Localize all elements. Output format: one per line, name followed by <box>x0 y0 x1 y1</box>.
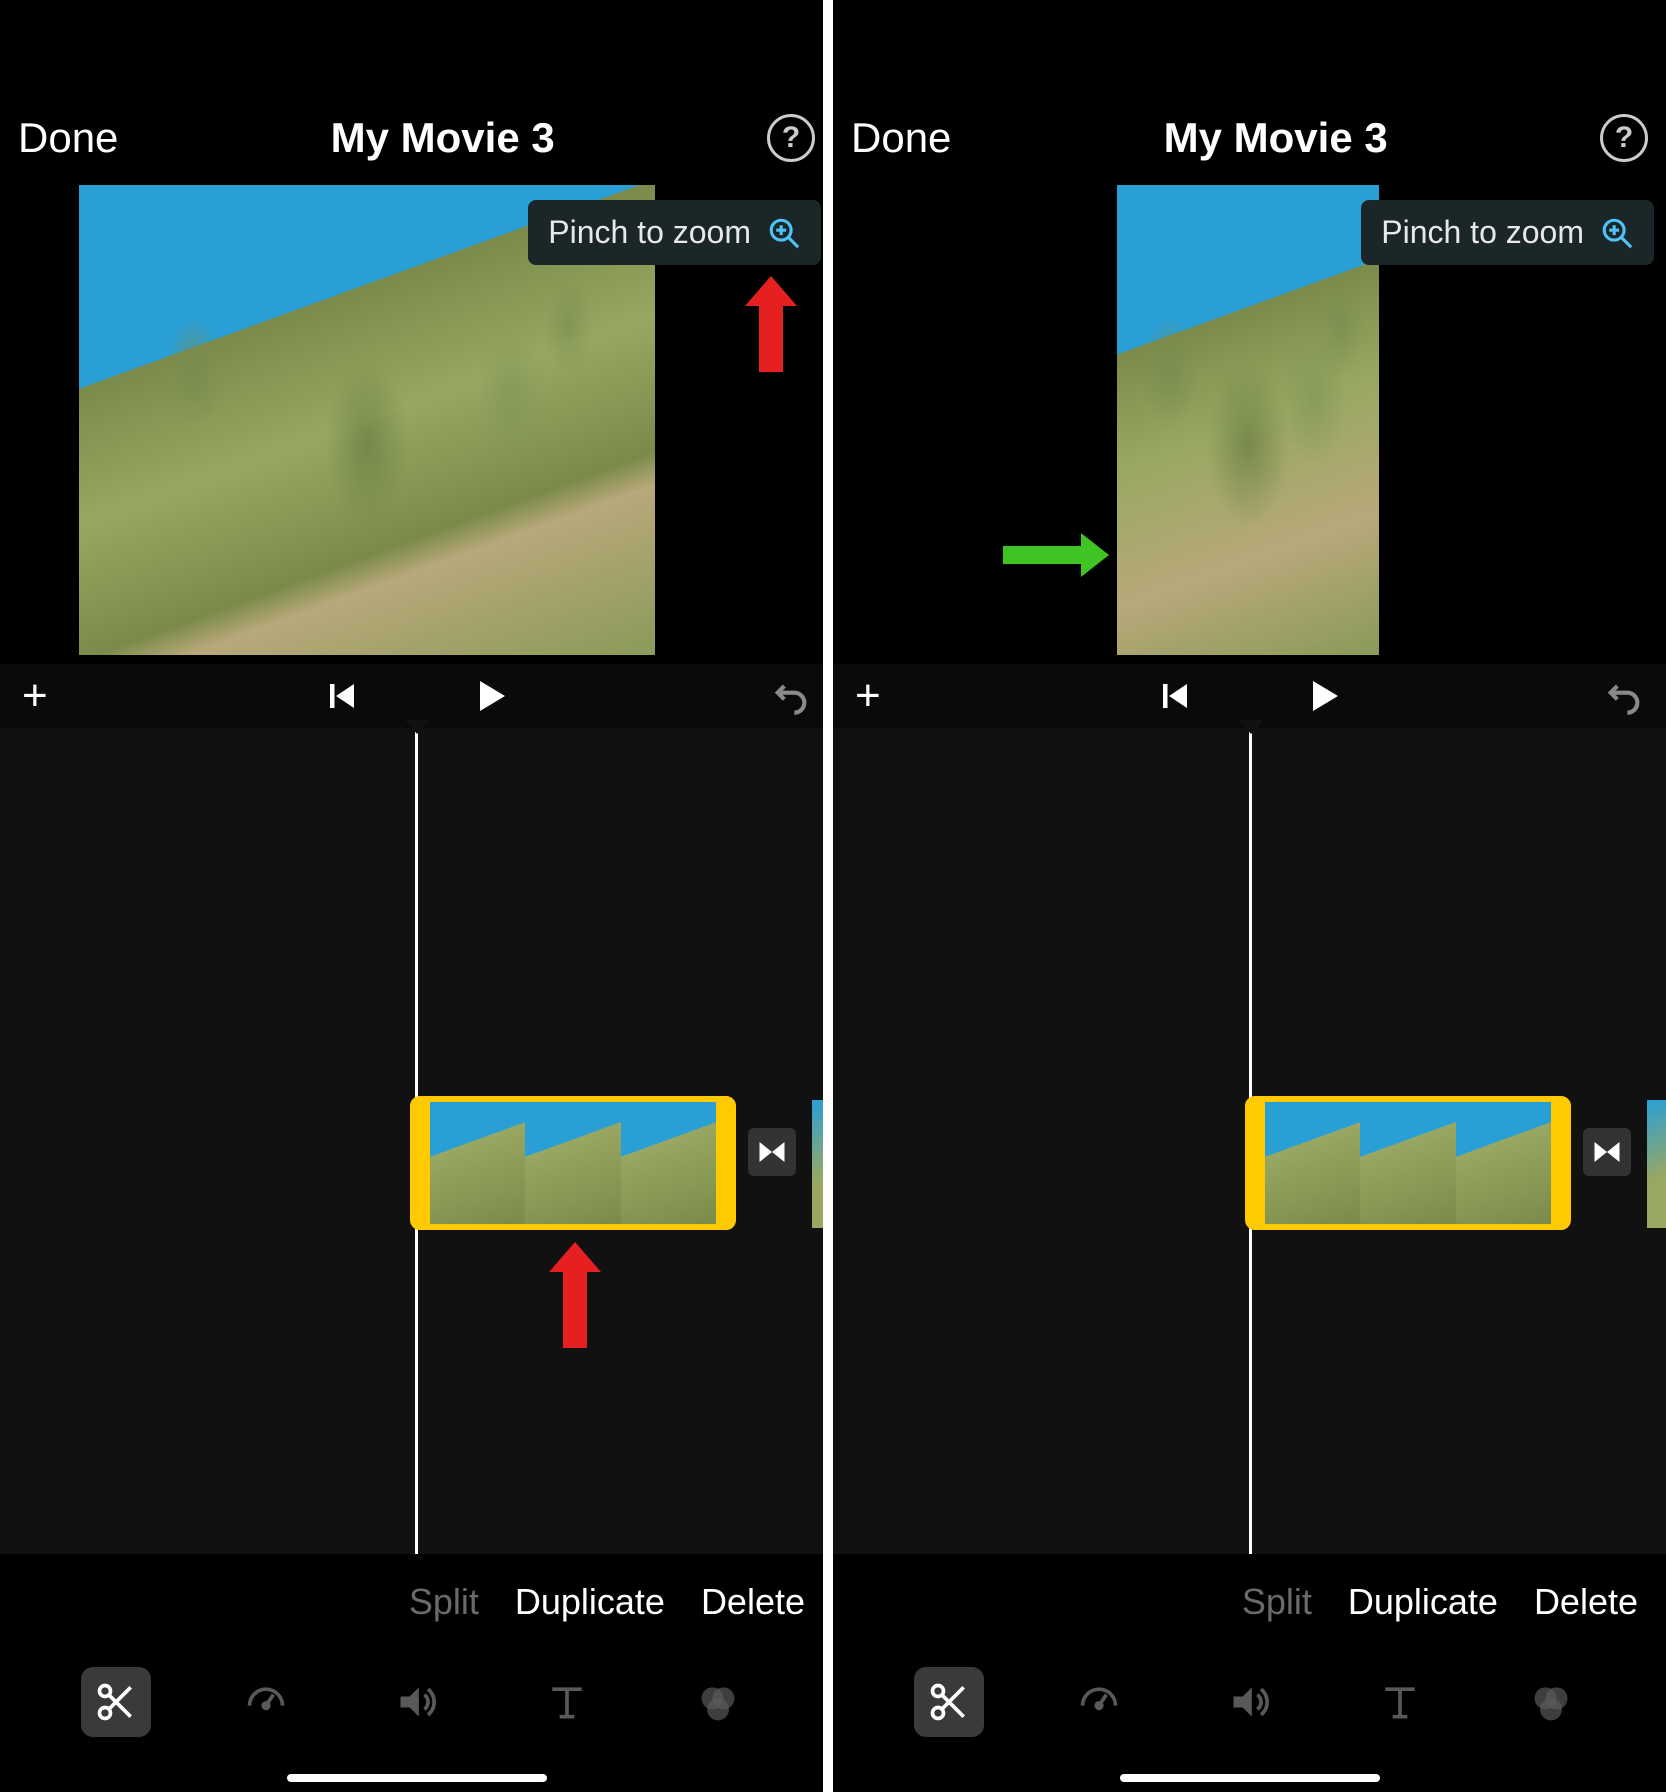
home-indicator[interactable] <box>287 1774 547 1782</box>
help-button[interactable]: ? <box>1600 114 1648 162</box>
transition-button[interactable] <box>748 1128 796 1176</box>
delete-button[interactable]: Delete <box>1534 1581 1638 1623</box>
filter-tool[interactable] <box>1516 1667 1586 1737</box>
clip-thumbnail[interactable] <box>525 1102 620 1224</box>
scissors-tool[interactable] <box>914 1667 984 1737</box>
project-title: My Movie 3 <box>118 114 767 162</box>
duplicate-button[interactable]: Duplicate <box>1348 1581 1498 1623</box>
audio-tool[interactable] <box>1215 1667 1285 1737</box>
playback-bar: + <box>0 664 833 728</box>
pinch-to-zoom-badge[interactable]: Pinch to zoom <box>528 200 821 265</box>
playback-bar: + <box>833 664 1666 728</box>
selected-clip[interactable] <box>1245 1096 1571 1230</box>
speaker-icon <box>1228 1680 1272 1724</box>
audio-tool[interactable] <box>382 1667 452 1737</box>
clip-options-bar: Split Duplicate Delete <box>0 1554 833 1650</box>
pinch-label: Pinch to zoom <box>1381 214 1584 251</box>
split-button[interactable]: Split <box>1242 1581 1312 1623</box>
edit-toolbar <box>0 1650 833 1754</box>
scissors-icon <box>927 1680 971 1724</box>
timeline[interactable] <box>833 728 1666 1554</box>
skip-start-button[interactable] <box>1157 678 1193 714</box>
filter-tool[interactable] <box>683 1667 753 1737</box>
speedometer-icon <box>1077 1680 1121 1724</box>
undo-button[interactable] <box>771 676 811 716</box>
clip-thumbnail[interactable] <box>430 1102 525 1224</box>
annotation-green-arrow <box>1003 546 1083 564</box>
text-tool[interactable] <box>1365 1667 1435 1737</box>
text-icon <box>1378 1680 1422 1724</box>
speed-tool[interactable] <box>1064 1667 1134 1737</box>
clip-thumbnail[interactable] <box>621 1102 716 1224</box>
split-button[interactable]: Split <box>409 1581 479 1623</box>
annotation-red-arrow-bottom <box>563 1268 587 1348</box>
undo-button[interactable] <box>1604 676 1644 716</box>
transition-icon <box>757 1137 787 1167</box>
clip-trim-handle-left[interactable] <box>416 1102 430 1224</box>
help-button[interactable]: ? <box>767 114 815 162</box>
filter-icon <box>1529 1680 1573 1724</box>
scissors-tool[interactable] <box>81 1667 151 1737</box>
pinch-label: Pinch to zoom <box>548 214 751 251</box>
project-title: My Movie 3 <box>951 114 1600 162</box>
magnify-plus-icon <box>767 216 801 250</box>
edit-toolbar <box>833 1650 1666 1754</box>
add-media-button[interactable]: + <box>22 671 48 721</box>
play-button[interactable] <box>1303 676 1343 716</box>
transition-button[interactable] <box>1583 1128 1631 1176</box>
screenshot-right: Done My Movie 3 ? Pinch to zoom + <box>833 0 1666 1792</box>
speaker-icon <box>395 1680 439 1724</box>
delete-button[interactable]: Delete <box>701 1581 805 1623</box>
timeline[interactable] <box>0 728 833 1554</box>
clip-thumbnail[interactable] <box>1456 1102 1551 1224</box>
clip-trim-handle-right[interactable] <box>716 1102 730 1224</box>
text-icon <box>545 1680 589 1724</box>
home-indicator[interactable] <box>1120 1774 1380 1782</box>
clip-options-bar: Split Duplicate Delete <box>833 1554 1666 1650</box>
play-button[interactable] <box>470 676 510 716</box>
skip-start-button[interactable] <box>324 678 360 714</box>
screenshot-left: Done My Movie 3 ? Pinch to zoom + <box>0 0 833 1792</box>
add-media-button[interactable]: + <box>855 671 881 721</box>
next-clip-peek[interactable] <box>1647 1100 1666 1228</box>
filter-icon <box>696 1680 740 1724</box>
speedometer-icon <box>244 1680 288 1724</box>
clip-thumbnail[interactable] <box>1360 1102 1455 1224</box>
clip-trim-handle-left[interactable] <box>1251 1102 1265 1224</box>
clip-thumbnail[interactable] <box>1265 1102 1360 1224</box>
clip-trim-handle-right[interactable] <box>1551 1102 1565 1224</box>
preview-frame[interactable] <box>1117 185 1379 655</box>
pinch-to-zoom-badge[interactable]: Pinch to zoom <box>1361 200 1654 265</box>
transition-icon <box>1592 1137 1622 1167</box>
header-bar: Done My Movie 3 ? <box>0 0 833 180</box>
magnify-plus-icon <box>1600 216 1634 250</box>
selected-clip[interactable] <box>410 1096 736 1230</box>
scissors-icon <box>94 1680 138 1724</box>
speed-tool[interactable] <box>231 1667 301 1737</box>
text-tool[interactable] <box>532 1667 602 1737</box>
header-bar: Done My Movie 3 ? <box>833 0 1666 180</box>
done-button[interactable]: Done <box>18 114 118 162</box>
annotation-red-arrow-top <box>759 302 783 372</box>
duplicate-button[interactable]: Duplicate <box>515 1581 665 1623</box>
done-button[interactable]: Done <box>851 114 951 162</box>
